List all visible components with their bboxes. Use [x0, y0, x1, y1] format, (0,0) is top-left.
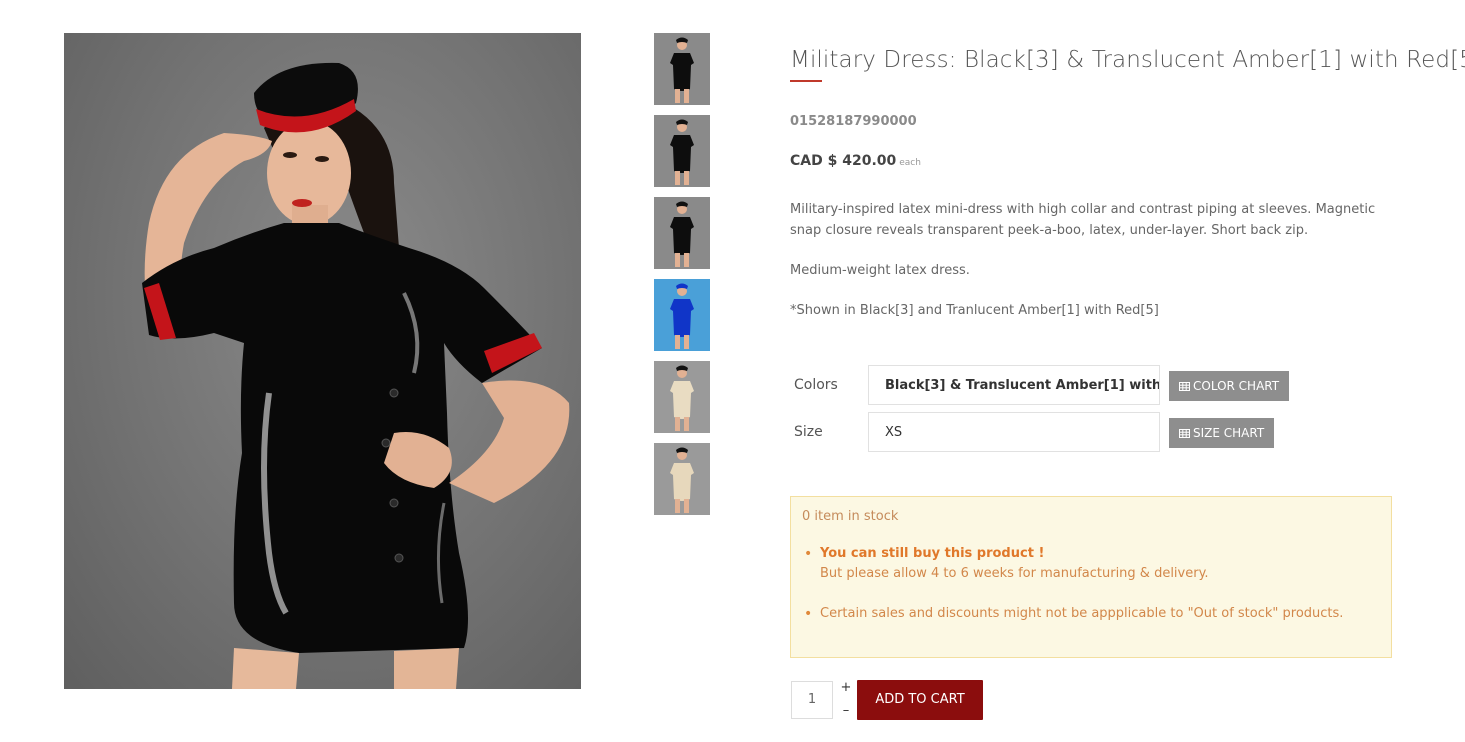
description-paragraph: Medium-weight latex dress.: [790, 263, 970, 278]
colors-select[interactable]: Black[3] & Translucent Amber[1] with ...: [868, 365, 1160, 405]
description-paragraph: Military-inspired latex mini-dress with …: [790, 202, 1376, 238]
color-chart-button[interactable]: COLOR CHART: [1169, 371, 1290, 401]
product-price: CAD $ 420.00 each: [790, 153, 1465, 169]
list-item: • You can still buy this product ! But p…: [804, 544, 1380, 584]
product-photo-side-icon: [654, 197, 710, 269]
product-photo-angle-icon: [654, 115, 710, 187]
thumbnail-product-photo-blue[interactable]: [654, 279, 710, 351]
colors-label: Colors: [794, 377, 838, 393]
stock-notice-list: • You can still buy this product ! But p…: [802, 544, 1380, 624]
price-value: CAD $ 420.00: [790, 153, 897, 169]
product-photo-front-icon: [654, 33, 710, 105]
stock-count: 0 item in stock: [802, 509, 899, 524]
thumbnail-product-photo-side[interactable]: [654, 197, 710, 269]
stock-notice: 0 item in stock • You can still buy this…: [790, 496, 1392, 658]
bullet-icon: •: [804, 606, 813, 622]
bullet-icon: •: [804, 546, 813, 562]
notice-title: You can still buy this product !: [820, 546, 1045, 561]
list-item: • Certain sales and discounts might not …: [804, 604, 1380, 624]
table-icon: [1179, 382, 1190, 391]
thumbnail-product-photo-cream-2[interactable]: [654, 443, 710, 515]
quantity-input[interactable]: 1: [791, 681, 833, 719]
size-label: Size: [794, 424, 823, 440]
quantity-decrease-button[interactable]: –: [840, 704, 852, 718]
quantity-increase-button[interactable]: +: [840, 681, 852, 695]
size-chart-button[interactable]: SIZE CHART: [1169, 418, 1275, 448]
thumbnail-product-photo-front[interactable]: [654, 33, 710, 105]
product-description: Military-inspired latex mini-dress with …: [790, 199, 1465, 321]
discount-note: Certain sales and discounts might not be…: [820, 606, 1344, 621]
description-paragraph: *Shown in Black[3] and Tranlucent Amber[…: [790, 303, 1159, 318]
thumbnail-product-photo-cream[interactable]: [654, 361, 710, 433]
product-sku: 01528187990000: [790, 114, 917, 129]
product-info: Military Dress: Black[3] & Translucent A…: [790, 44, 1465, 321]
title-underline: [790, 80, 822, 82]
table-icon: [1179, 429, 1190, 438]
price-unit: each: [899, 158, 921, 168]
main-product-image[interactable]: [64, 33, 581, 689]
thumbnail-strip: [654, 33, 710, 525]
size-select[interactable]: XS: [868, 412, 1160, 452]
product-photo-blue-icon: [654, 279, 710, 351]
model-photo: [142, 62, 570, 689]
notice-body: But please allow 4 to 6 weeks for manufa…: [820, 566, 1209, 581]
add-to-cart-button[interactable]: ADD TO CART: [857, 680, 983, 720]
product-photo-cream-2-icon: [654, 443, 710, 515]
thumbnail-product-photo-angle[interactable]: [654, 115, 710, 187]
product-title: Military Dress: Black[3] & Translucent A…: [790, 47, 1465, 73]
product-photo-cream-icon: [654, 361, 710, 433]
